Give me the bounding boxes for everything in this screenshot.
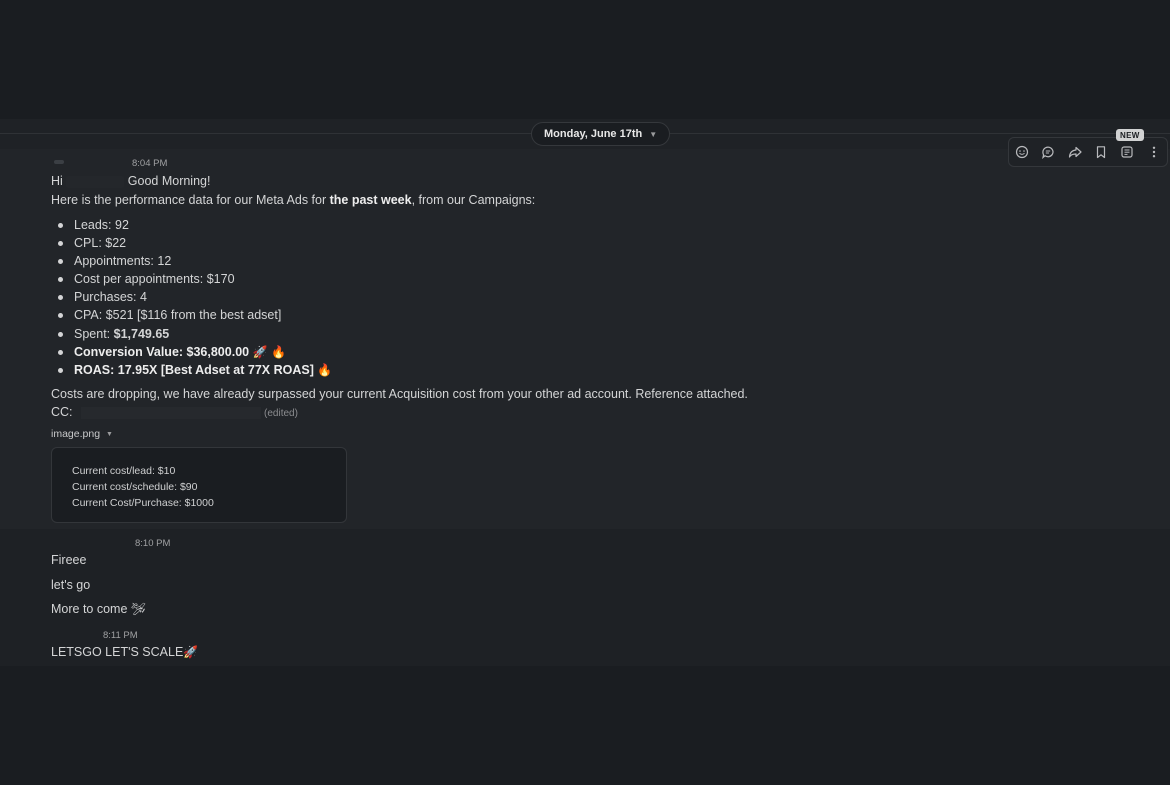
redacted-mentions	[80, 406, 261, 419]
spent-value: $1,749.65	[113, 326, 170, 341]
attachment-image-preview[interactable]: Current cost/lead: $10 Current cost/sche…	[51, 447, 347, 523]
save-for-later-icon	[1121, 146, 1134, 158]
chevron-down-icon: ▼	[649, 129, 658, 139]
intro-text-after: , from our Campaigns:	[411, 193, 536, 207]
date-divider: Monday, June 17th ▼	[0, 119, 1170, 149]
redacted-name	[66, 175, 125, 188]
list-item: Leads: 92	[56, 216, 332, 234]
sender-avatar-redacted[interactable]	[54, 160, 64, 164]
rocket-icon: 🚀	[252, 344, 268, 359]
list-item: CPL: $22	[56, 234, 332, 252]
list-item: Conversion Value: $36,800.00 🚀 🔥	[56, 343, 332, 361]
forward-icon	[1068, 146, 1082, 158]
attachment-line-schedule: Current cost/schedule: $90	[72, 481, 198, 493]
fire-icon: 🔥	[271, 344, 286, 359]
rocket-icon: 🚀	[183, 645, 199, 659]
attachment-file-toggle[interactable]: image.png ▼	[51, 428, 113, 440]
date-jump-button[interactable]: Monday, June 17th ▼	[531, 122, 671, 146]
roas-text: ROAS: 17.95X [Best Adset at 77X ROAS]	[74, 362, 314, 377]
more-actions-icon	[1152, 146, 1155, 158]
message-timestamp[interactable]: 8:11 PM	[103, 630, 138, 641]
message-greeting: Hi Good Morning!	[51, 174, 210, 188]
message-closing: Costs are dropping, we have already surp…	[51, 387, 748, 401]
attachment-file-name: image.png	[51, 428, 101, 440]
message-line-text: More to come	[51, 602, 128, 616]
forward-button[interactable]	[1065, 142, 1085, 162]
airplane-icon: 🛩	[130, 602, 147, 616]
date-label: Monday, June 17th	[544, 128, 643, 140]
bottom-empty-area	[0, 666, 1170, 785]
list-item: Appointments: 12	[56, 252, 332, 270]
add-reaction-icon	[1016, 145, 1029, 159]
message-timestamp[interactable]: 8:10 PM	[135, 538, 170, 549]
greeting-hi: Hi	[51, 174, 63, 188]
list-item: Purchases: 4	[56, 288, 332, 306]
message-line-text: LETSGO LET'S SCALE	[51, 645, 184, 659]
fire-icon: 🔥	[317, 362, 333, 377]
new-badge: NEW	[1116, 129, 1144, 141]
chevron-down-icon: ▼	[106, 430, 113, 438]
edited-label: (edited)	[264, 408, 298, 419]
message-line: let's go	[51, 578, 91, 592]
intro-text-before: Here is the performance data for our Met…	[51, 193, 330, 207]
cc-label: CC:	[51, 405, 73, 419]
reply-in-thread-button[interactable]	[1038, 142, 1058, 162]
message-timestamp[interactable]: 8:04 PM	[132, 158, 167, 169]
add-reaction-button[interactable]	[1012, 142, 1032, 162]
attachment-line-lead: Current cost/lead: $10	[72, 465, 176, 477]
intro-text-bold: the past week	[329, 193, 412, 207]
conversion-value-text: Conversion Value: $36,800.00	[74, 344, 250, 359]
message-intro: Here is the performance data for our Met…	[51, 193, 535, 207]
reply-in-thread-icon	[1042, 146, 1055, 159]
save-for-later-button[interactable]	[1117, 142, 1137, 162]
more-actions-button[interactable]	[1144, 142, 1164, 162]
bookmark-icon	[1097, 146, 1106, 159]
metrics-list: Leads: 92 CPL: $22 Appointments: 12 Cost…	[56, 216, 332, 379]
list-item: Cost per appointments: $170	[56, 270, 332, 288]
attachment-line-purchase: Current Cost/Purchase: $1000	[72, 497, 214, 509]
message-line: Fireee	[51, 553, 87, 567]
top-empty-area	[0, 0, 1170, 119]
message-line-with-emoji: More to come 🛩	[51, 602, 146, 616]
message-line-with-emoji: LETSGO LET'S SCALE🚀	[51, 645, 198, 659]
greeting-text: Good Morning!	[127, 174, 211, 188]
bookmark-button[interactable]	[1091, 142, 1111, 162]
list-item: CPA: $521 [$116 from the best adset]	[56, 306, 332, 324]
message-cc-line: CC: (edited)	[51, 405, 298, 419]
spent-label: Spent:	[74, 326, 114, 341]
list-item: Spent: $1,749.65	[56, 325, 332, 343]
list-item: ROAS: 17.95X [Best Adset at 77X ROAS] 🔥	[56, 361, 332, 379]
message-actions-toolbar	[1008, 137, 1168, 167]
